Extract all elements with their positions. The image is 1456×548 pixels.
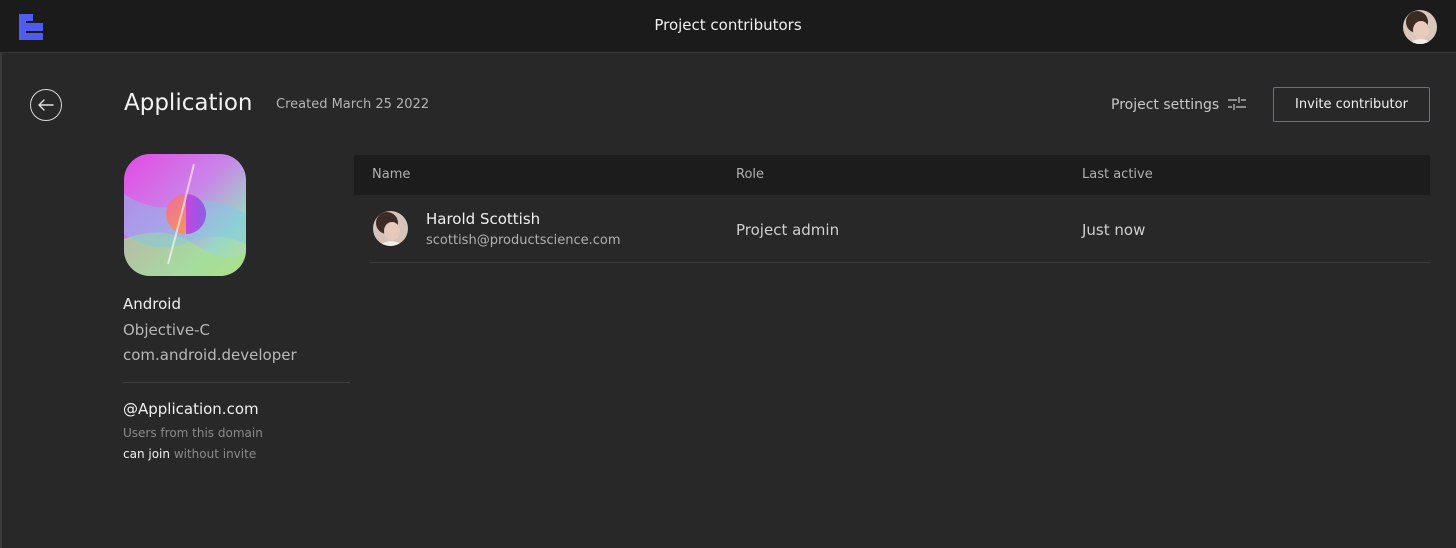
- left-edge-divider: [0, 53, 2, 548]
- project-settings-link[interactable]: Project settings: [1111, 96, 1247, 114]
- domain-join-note: can join without invite: [123, 447, 256, 461]
- column-header-last-active[interactable]: Last active: [1082, 167, 1153, 182]
- contributor-role: Project admin: [736, 221, 840, 239]
- project-created-date: Created March 25 2022: [276, 97, 430, 112]
- top-bar: Project contributors: [0, 0, 1456, 53]
- app-domain: @Application.com: [123, 400, 259, 418]
- project-settings-label: Project settings: [1111, 97, 1220, 113]
- sliders-icon: [1227, 96, 1247, 114]
- column-header-role[interactable]: Role: [736, 167, 764, 182]
- domain-join-rest: without invite: [170, 447, 257, 461]
- table-row[interactable]: Harold Scottish scottish@productscience.…: [370, 196, 1430, 263]
- contributor-email: scottish@productscience.com: [426, 233, 621, 248]
- invite-contributor-button[interactable]: Invite contributor: [1273, 87, 1430, 122]
- table-header: Name Role Last active: [354, 155, 1430, 195]
- app-platform: Android: [123, 295, 181, 313]
- app-language: Objective-C: [123, 321, 211, 339]
- arrow-left-icon: [38, 96, 54, 115]
- page-title: Project contributors: [654, 16, 802, 34]
- domain-join-highlight: can join: [123, 447, 170, 461]
- domain-note: Users from this domain: [123, 426, 263, 440]
- contributor-name: Harold Scottish: [426, 210, 541, 228]
- app-bundle-id: com.android.developer: [123, 346, 297, 364]
- app-icon: [124, 154, 246, 276]
- project-name: Application: [124, 90, 253, 116]
- contributor-last-active: Just now: [1082, 221, 1146, 239]
- contributor-avatar: [373, 211, 408, 246]
- user-avatar[interactable]: [1403, 10, 1437, 44]
- info-divider: [123, 382, 350, 383]
- column-header-name[interactable]: Name: [372, 167, 410, 182]
- back-button[interactable]: [30, 89, 62, 121]
